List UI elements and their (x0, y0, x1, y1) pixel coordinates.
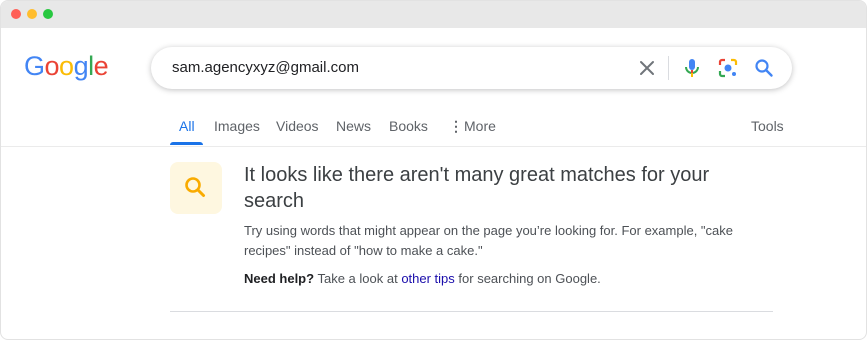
window-titlebar (1, 1, 866, 28)
search-divider (668, 56, 669, 80)
window-close-control[interactable] (11, 9, 21, 19)
window-zoom-control[interactable] (43, 9, 53, 19)
close-icon (640, 61, 654, 75)
tabs-divider (1, 146, 866, 147)
window-minimize-control[interactable] (27, 9, 37, 19)
logo-letter: g (73, 51, 89, 81)
tab-more-label: More (464, 118, 496, 134)
search-box[interactable]: sam.agencyxyz@gmail.com (151, 47, 792, 89)
logo-letter: o (44, 51, 60, 81)
voice-search-button[interactable] (680, 56, 704, 80)
results-divider (170, 311, 773, 312)
tab-images[interactable]: Images (214, 118, 260, 134)
search-icon (185, 177, 205, 197)
lens-search-button[interactable] (716, 56, 740, 80)
search-submit-button[interactable] (752, 56, 776, 80)
google-logo[interactable]: Google (24, 51, 109, 82)
clear-search-button[interactable] (635, 56, 659, 80)
more-vert-icon: ⋮ (449, 118, 463, 134)
help-line: Need help? Take a look at other tips for… (244, 269, 754, 289)
no-results-icon-box (170, 162, 222, 214)
tools-button[interactable]: Tools (751, 118, 784, 134)
logo-letter: o (59, 51, 74, 81)
active-tab-indicator (170, 142, 203, 145)
tab-more[interactable]: ⋮More (449, 118, 496, 135)
no-results-text: Try using words that might appear on the… (244, 223, 734, 258)
microphone-icon (685, 59, 699, 77)
browser-window: Google sam.agencyxyz@gmail.com All Image… (0, 0, 867, 340)
tab-books[interactable]: Books (389, 118, 428, 134)
logo-letter: e (93, 51, 109, 81)
logo-letter: G (24, 51, 45, 81)
tab-all[interactable]: All (179, 118, 195, 134)
search-tabs: All Images Videos News Books ⋮More Tools (1, 117, 866, 147)
tab-news[interactable]: News (336, 118, 371, 134)
other-tips-link[interactable]: other tips (401, 271, 454, 286)
tab-videos[interactable]: Videos (276, 118, 319, 134)
help-label: Need help? (244, 271, 315, 286)
search-input[interactable]: sam.agencyxyz@gmail.com (172, 59, 359, 76)
no-results-title: It looks like there aren't many great ma… (244, 164, 710, 212)
help-text-before: Take a look at (317, 271, 398, 286)
lens-icon (718, 58, 738, 78)
help-text-after: for searching on Google. (458, 271, 601, 286)
search-icon (755, 59, 773, 77)
